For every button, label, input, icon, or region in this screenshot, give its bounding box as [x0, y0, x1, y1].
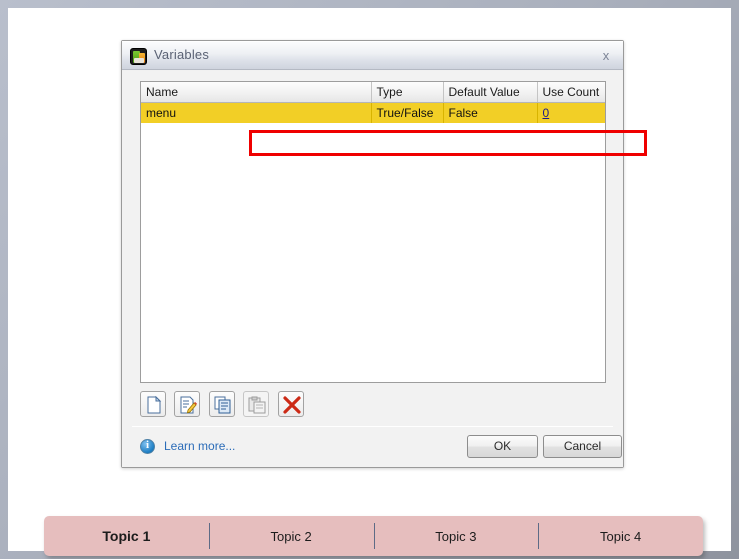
- topic-tab-1[interactable]: Topic 1: [44, 516, 209, 556]
- column-header-use-count[interactable]: Use Count: [537, 82, 605, 103]
- table-header-row: Name Type Default Value Use Count: [141, 82, 605, 103]
- new-variable-button[interactable]: [140, 391, 166, 417]
- cancel-button[interactable]: Cancel: [543, 435, 622, 458]
- copy-variable-button[interactable]: [208, 391, 235, 417]
- edit-document-icon: [180, 396, 198, 414]
- delete-x-icon: [283, 396, 301, 414]
- edit-variable-button[interactable]: [174, 391, 201, 417]
- column-header-name[interactable]: Name: [141, 82, 372, 103]
- delete-variable-button[interactable]: [277, 391, 304, 417]
- cell-variable-type[interactable]: True/False: [371, 102, 444, 123]
- table-row[interactable]: menu True/False False 0: [141, 102, 605, 123]
- new-document-icon: [147, 396, 162, 414]
- paste-variable-button: [243, 391, 270, 417]
- info-icon: [140, 439, 155, 454]
- captivate-app-icon: [130, 48, 147, 65]
- ok-button[interactable]: OK: [467, 435, 538, 458]
- variables-dialog: Variables x Name Type Default Value Use …: [121, 40, 647, 468]
- topic-tab-2[interactable]: Topic 2: [208, 516, 374, 556]
- cell-variable-default-value[interactable]: False: [443, 102, 538, 123]
- dialog-titlebar: Variables x: [122, 41, 623, 70]
- column-header-type[interactable]: Type: [371, 82, 444, 103]
- column-header-default-value[interactable]: Default Value: [443, 82, 538, 103]
- page-frame: Variables x Name Type Default Value Use …: [0, 0, 739, 559]
- page-canvas: Variables x Name Type Default Value Use …: [8, 8, 731, 556]
- topic-tabbar: Topic 1 Topic 2 Topic 3 Topic 4: [44, 516, 703, 556]
- learn-more-link[interactable]: Learn more...: [164, 439, 235, 453]
- variables-table: Name Type Default Value Use Count menu T…: [141, 82, 605, 123]
- use-count-link[interactable]: 0: [543, 106, 550, 120]
- cell-variable-use-count[interactable]: 0: [537, 102, 605, 123]
- close-icon[interactable]: x: [596, 47, 616, 65]
- topic-tab-3[interactable]: Topic 3: [373, 516, 539, 556]
- paste-icon: [248, 396, 266, 414]
- topic-tab-4[interactable]: Topic 4: [538, 516, 703, 556]
- dialog-body: Name Type Default Value Use Count menu T…: [122, 71, 623, 467]
- variables-toolbar: [140, 391, 308, 419]
- footer-separator: [132, 426, 613, 427]
- dialog-title: Variables: [154, 47, 210, 62]
- copy-icon: [214, 396, 231, 414]
- variables-list-panel: Name Type Default Value Use Count menu T…: [140, 81, 606, 383]
- cell-variable-name[interactable]: menu: [141, 102, 372, 123]
